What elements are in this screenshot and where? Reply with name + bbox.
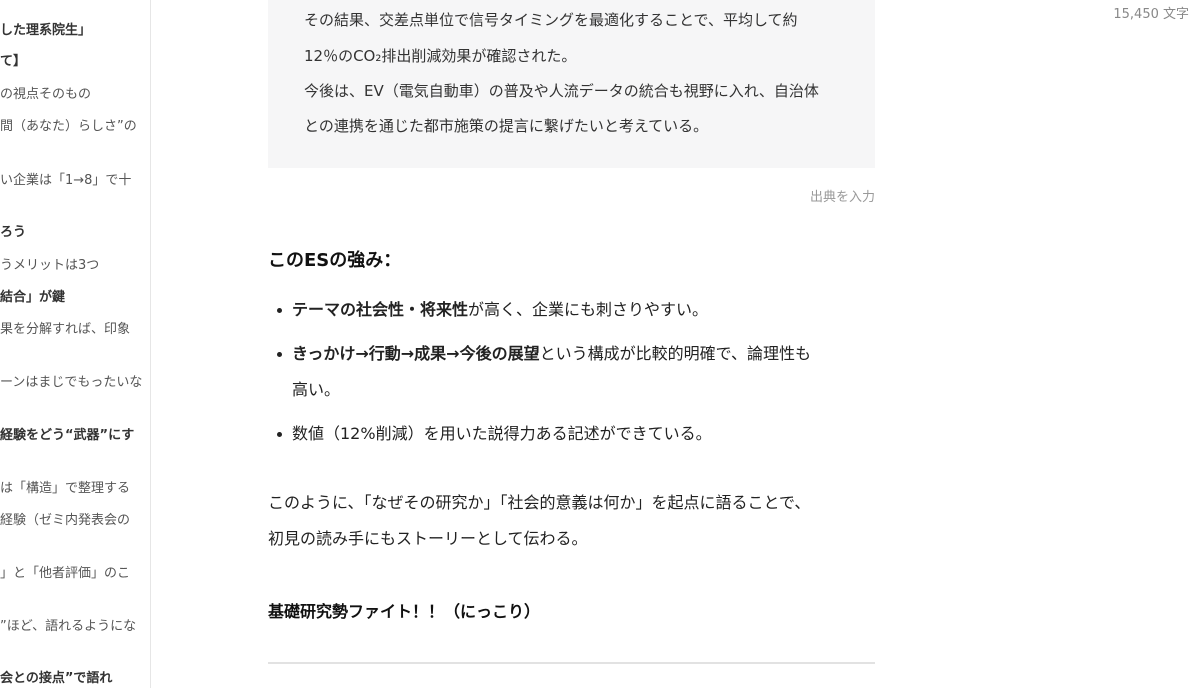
citation-input[interactable]: 出典を入力	[810, 186, 875, 205]
toc-item[interactable]: ろう	[0, 225, 26, 241]
horizontal-divider	[268, 662, 875, 664]
toc-item[interactable]: い企業は「1→8」で十	[0, 173, 131, 189]
toc-item[interactable]: 経験をどう“武器”にす	[0, 428, 134, 444]
blockquote[interactable]: その結果、交差点単位で信号タイミングを最適化することで、平均して約 12％のCO…	[268, 0, 875, 168]
toc-item[interactable]: 結合」が鍵	[0, 290, 65, 306]
body-paragraph-line: 初見の読み手にもストーリーとして伝わる。	[268, 529, 588, 548]
section-heading: このESの強み：	[268, 250, 402, 271]
toc-item[interactable]: て】	[0, 54, 26, 70]
quote-line: との連携を通じた都市施策の提言に繋げたいと考えている。	[304, 117, 709, 135]
toc-item[interactable]: 」と「他者評価」のこ	[0, 566, 130, 582]
quote-line: その結果、交差点単位で信号タイミングを最適化することで、平均して約	[304, 11, 798, 29]
closing-line: 基礎研究勢ファイト！！（にっこり）	[268, 602, 541, 621]
list-item-text: が高く、企業にも刺さりやすい。	[468, 300, 709, 319]
toc-item[interactable]: 会との接点”で語れ	[0, 671, 112, 687]
table-of-contents-sidebar: した理系院生」 て】 の視点そのもの 間（あなた）らしさ”の い企業は「1→8」…	[0, 0, 151, 688]
toc-item[interactable]: した理系院生」	[0, 23, 91, 39]
toc-item[interactable]: 果を分解すれば、印象	[0, 322, 130, 338]
list-item-emphasis: テーマの社会性・将来性	[292, 300, 469, 319]
quote-line: 12％のCO₂排出削減効果が確認された。	[304, 47, 577, 65]
list-item-emphasis: きっかけ→行動→成果→今後の展望	[292, 344, 540, 363]
toc-item[interactable]: の視点そのもの	[0, 87, 91, 103]
list-item-text: という構成が比較的明確で、論理性も	[539, 344, 811, 363]
list-item: テーマの社会性・将来性が高く、企業にも刺さりやすい。	[276, 299, 709, 321]
toc-item[interactable]: ”ほど、語れるようにな	[0, 619, 136, 635]
list-item: きっかけ→行動→成果→今後の展望という構成が比較的明確で、論理性も	[277, 343, 811, 365]
list-item-continuation: 高い。	[292, 380, 341, 399]
toc-item[interactable]: 間（あなた）らしさ”の	[0, 119, 137, 135]
character-count: 15,450 文字	[1113, 7, 1189, 22]
body-paragraph-line: このように、「なぜその研究か」「社会的意義は何か」を起点に語ることで、	[268, 493, 811, 512]
list-item: 数値（12%削減）を用いた説得力ある記述ができている。	[277, 423, 712, 445]
toc-item[interactable]: ーンはまじでもったいな	[0, 375, 142, 391]
list-item-text: 数値（12%削減）を用いた説得力ある記述ができている。	[292, 424, 712, 443]
toc-item[interactable]: 経験（ゼミ内発表会の	[0, 513, 130, 529]
toc-item[interactable]: うメリットは3つ	[0, 258, 99, 274]
quote-line: 今後は、EV（電気自動車）の普及や人流データの統合も視野に入れ、自治体	[304, 82, 819, 100]
toc-item[interactable]: は「構造」で整理する	[0, 481, 130, 497]
